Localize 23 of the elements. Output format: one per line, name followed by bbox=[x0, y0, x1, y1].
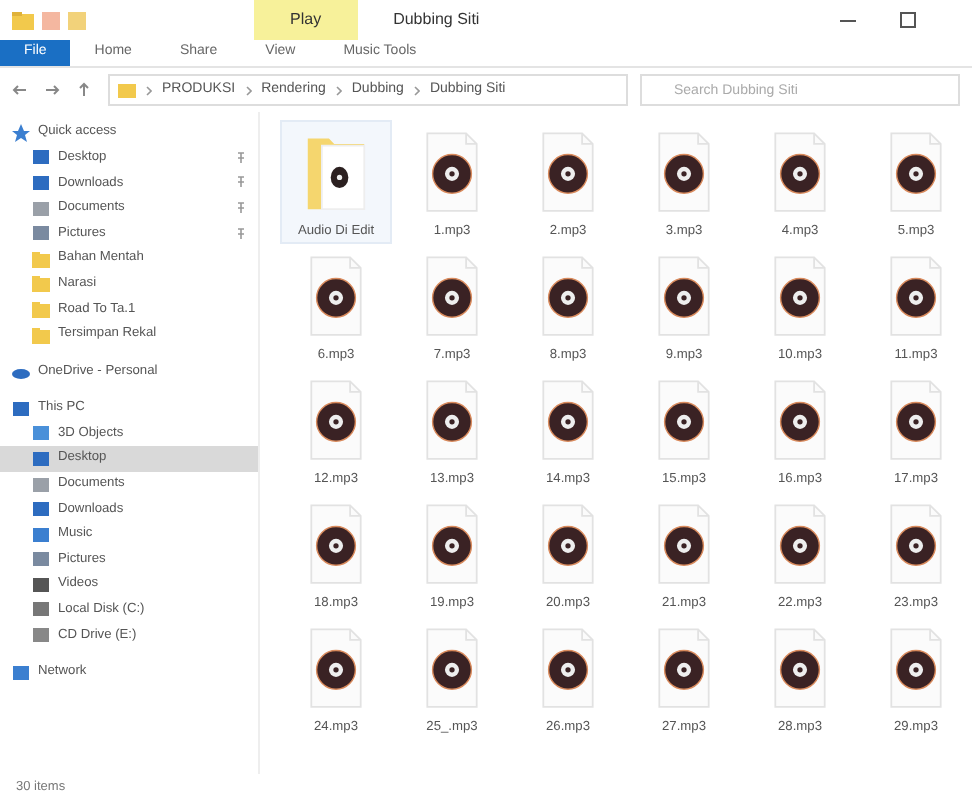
forward-arrow-icon bbox=[44, 82, 60, 98]
pin-icon bbox=[236, 202, 246, 215]
chevron-icon bbox=[413, 85, 420, 95]
pin-icon bbox=[236, 176, 246, 189]
folder-icon bbox=[32, 249, 50, 268]
folder-icon bbox=[32, 325, 50, 344]
folder-icon bbox=[32, 274, 50, 293]
folder-icon bbox=[118, 82, 136, 98]
maximize-icon bbox=[900, 12, 916, 28]
window-title: Dubbing Siti bbox=[393, 8, 480, 32]
up-arrow-icon bbox=[76, 82, 92, 98]
folder-icon bbox=[12, 11, 34, 29]
folder-icon bbox=[32, 299, 50, 318]
pin-icon bbox=[236, 227, 246, 240]
pin-icon bbox=[236, 151, 246, 164]
chevron-icon bbox=[245, 85, 252, 95]
chevron-icon bbox=[146, 85, 152, 95]
back-button[interactable] bbox=[12, 82, 32, 98]
forward-button[interactable] bbox=[44, 82, 64, 98]
chevron-icon bbox=[335, 85, 342, 95]
context-tab[interactable]: Play bbox=[254, 0, 358, 40]
back-arrow-icon bbox=[12, 82, 28, 98]
star-icon bbox=[12, 123, 30, 142]
